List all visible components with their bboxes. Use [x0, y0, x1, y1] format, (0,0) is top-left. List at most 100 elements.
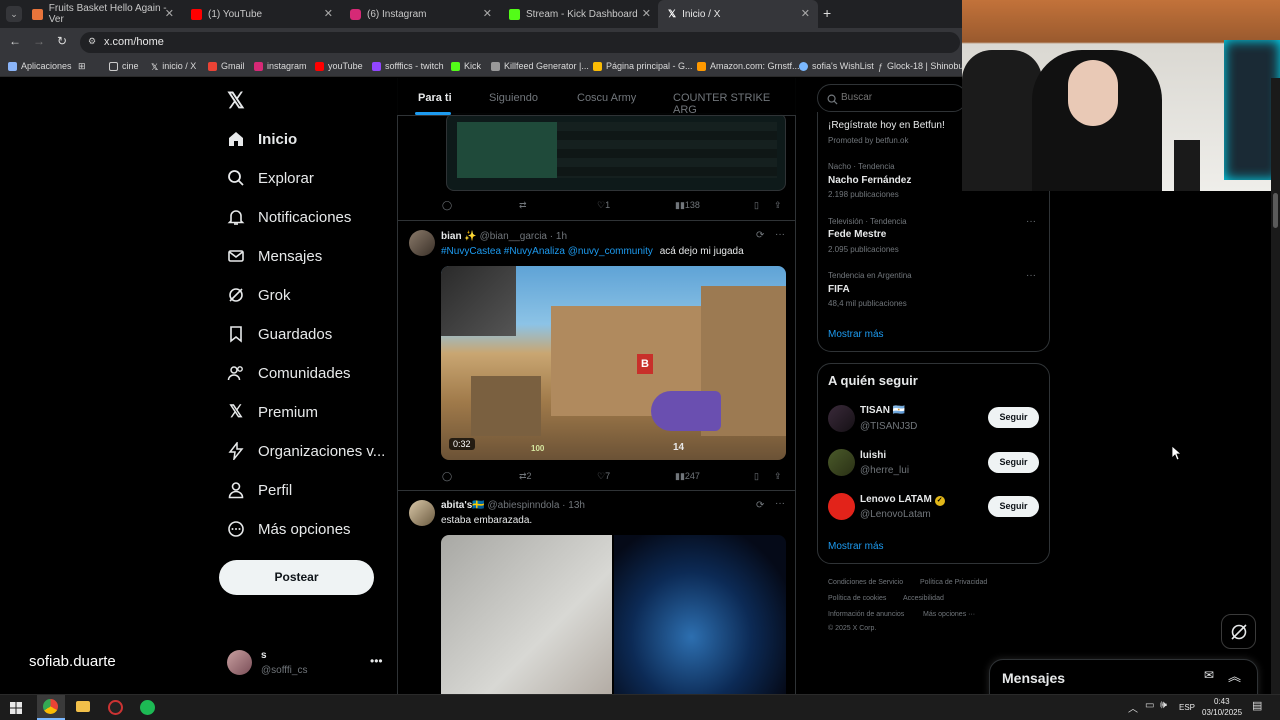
collapse-icon[interactable]: ︽ [1228, 666, 1241, 685]
footer-ads-info[interactable]: Información de anuncios [828, 611, 904, 618]
close-icon[interactable]: ✕ [483, 7, 492, 20]
app-taskbar-icon[interactable] [108, 700, 123, 715]
follow-button[interactable]: Seguir [988, 496, 1039, 517]
footer-terms[interactable]: Condiciones de Servicio [828, 579, 903, 586]
notifications-icon[interactable]: ▤ [1252, 699, 1262, 712]
bookmark-youtube[interactable]: youTube [315, 61, 363, 71]
nav-perfil[interactable]: Perfil [226, 480, 292, 500]
language-indicator[interactable]: ESP [1179, 703, 1195, 712]
views-button[interactable]: ▮▮ 247 [675, 471, 700, 482]
nav-mensajes[interactable]: Mensajes [226, 246, 322, 266]
bookmark-cine[interactable]: cine [109, 61, 139, 71]
chrome-taskbar-icon[interactable] [37, 695, 65, 720]
follow-button[interactable]: Seguir [988, 452, 1039, 473]
bookmark-kick[interactable]: Kick [451, 61, 481, 71]
nav-mas-opciones[interactable]: Más opciones [226, 519, 351, 539]
tab-instagram[interactable]: (6) Instagram ✕ [340, 0, 500, 28]
bookmark-apps[interactable]: Aplicaciones [8, 61, 72, 71]
close-icon[interactable]: ✕ [324, 7, 333, 20]
follow-button[interactable]: Seguir [988, 407, 1039, 428]
account-switcher[interactable]: s @sofffi_cs ••• [226, 648, 386, 680]
volume-icon[interactable]: 🕪 [1160, 699, 1167, 712]
bookmark-icon[interactable]: ▯ [754, 471, 759, 482]
nav-premium[interactable]: 𝕏 Premium [226, 402, 318, 422]
more-icon[interactable]: ••• [370, 654, 383, 668]
windows-start-icon[interactable] [10, 701, 22, 719]
more-icon[interactable]: ··· [775, 229, 785, 240]
reload-icon[interactable]: ↻ [57, 34, 67, 48]
clock-time[interactable]: 0:43 [1214, 697, 1230, 706]
nav-guardados[interactable]: Guardados [226, 324, 332, 344]
nav-explorar[interactable]: Explorar [226, 168, 314, 188]
tab-counter-strike-arg[interactable]: COUNTER STRIKE ARG [673, 92, 796, 116]
messages-drawer[interactable]: Mensajes ✉ ︽ [989, 659, 1258, 697]
share-icon[interactable]: ⇪ [774, 471, 782, 482]
follow-name[interactable]: luishi [860, 450, 886, 461]
grok-icon[interactable]: ⟳ [756, 230, 764, 241]
tab-para-ti[interactable]: Para ti [418, 92, 452, 104]
tweet-image-right[interactable] [614, 535, 786, 694]
footer-accessibility[interactable]: Accesibilidad [903, 595, 944, 602]
grok-icon[interactable]: ⟳ [756, 500, 764, 511]
tweet-image-scoreboard[interactable] [446, 113, 786, 191]
trend-name[interactable]: Nacho Fernández [828, 175, 911, 186]
tab-siguiendo[interactable]: Siguiendo [489, 92, 538, 104]
x-logo-icon[interactable]: 𝕏 [227, 88, 245, 114]
more-icon[interactable]: ··· [1026, 216, 1036, 227]
forward-icon[interactable]: → [33, 34, 45, 48]
tab-kick-dashboard[interactable]: Stream - Kick Dashboard ✕ [499, 0, 659, 28]
tweet-video[interactable]: B 100 14 0:32 [441, 266, 786, 460]
share-icon[interactable]: ⇪ [774, 200, 782, 211]
clock-date[interactable]: 03/10/2025 [1202, 708, 1242, 717]
follow-name[interactable]: Lenovo LATAM ✓ [860, 494, 945, 506]
close-icon[interactable]: ✕ [801, 7, 810, 20]
bookmark-killfeed[interactable]: Killfeed Generator |... [491, 61, 589, 71]
nav-notificaciones[interactable]: Notificaciones [226, 207, 351, 227]
tab-fruits-basket[interactable]: Fruits Basket Hello Again - Ver ✕ [22, 0, 182, 28]
spotify-icon[interactable] [140, 700, 155, 715]
trend-name[interactable]: Fede Mestre [828, 229, 886, 240]
bookmark-glock[interactable]: ƒ Glock-18 | Shinobu... [878, 61, 971, 72]
tray-chevron-icon[interactable]: ︿ [1128, 700, 1138, 715]
tab-inicio-x[interactable]: 𝕏 Inicio / X ✕ [658, 0, 818, 28]
tweet-image-left[interactable] [441, 535, 612, 694]
promo-text[interactable]: ¡Regístrate hoy en Betfun! [828, 120, 945, 131]
footer-cookies[interactable]: Política de cookies [828, 595, 886, 602]
close-icon[interactable]: ✕ [165, 7, 174, 20]
retweet-icon[interactable]: ⇄ [519, 200, 527, 211]
follow-name[interactable]: TISAN 🇦🇷 [860, 405, 905, 416]
like-button[interactable]: ♡ 1 [597, 200, 610, 211]
tab-search-icon[interactable]: ⌄ [6, 6, 22, 22]
nav-organizaciones[interactable]: Organizaciones v... [226, 441, 385, 461]
tab-youtube[interactable]: (1) YouTube ✕ [181, 0, 341, 28]
post-button[interactable]: Postear [219, 560, 374, 595]
nav-comunidades[interactable]: Comunidades [226, 363, 351, 383]
search-box[interactable] [817, 84, 967, 112]
url-input[interactable]: ⚙ x.com/home [80, 32, 960, 53]
show-more-link[interactable]: Mostrar más [828, 541, 884, 552]
site-info-icon[interactable]: ⚙ [88, 36, 96, 47]
retweet-button[interactable]: ⇄ 2 [519, 471, 532, 482]
nav-inicio[interactable]: Inicio [226, 129, 297, 149]
new-message-icon[interactable]: ✉ [1204, 668, 1214, 682]
bookmark-amazon[interactable]: Amazon.com: Grnstf... [697, 61, 800, 71]
trend-name[interactable]: FIFA [828, 284, 850, 295]
bookmark-icon[interactable]: ▯ [754, 200, 759, 211]
views-button[interactable]: ▮▮ 138 [675, 200, 700, 211]
file-explorer-icon[interactable] [76, 701, 90, 712]
more-icon[interactable]: ··· [775, 498, 785, 509]
grok-float-button[interactable] [1221, 614, 1256, 649]
bookmark-twitch[interactable]: sofffics - twitch [372, 61, 444, 71]
bookmark-inicio-x[interactable]: 𝕏inicio / X [151, 61, 196, 72]
close-icon[interactable]: ✕ [642, 7, 651, 20]
bookmark-gmail[interactable]: Gmail [208, 61, 245, 71]
like-button[interactable]: ♡ 7 [597, 471, 610, 482]
bookmark-grid-icon[interactable]: ⊞ [78, 61, 86, 72]
tweet[interactable]: bian ✨ @bian__garcia · 1h ⟳ ··· #NuvyCas… [398, 221, 795, 491]
reply-icon[interactable]: ◯ [442, 471, 452, 482]
show-more-link[interactable]: Mostrar más [828, 329, 884, 340]
footer-privacy[interactable]: Política de Privacidad [920, 579, 987, 586]
more-icon[interactable]: ··· [1026, 270, 1036, 281]
nav-grok[interactable]: Grok [226, 285, 291, 305]
scrollbar-thumb[interactable] [1273, 193, 1278, 228]
